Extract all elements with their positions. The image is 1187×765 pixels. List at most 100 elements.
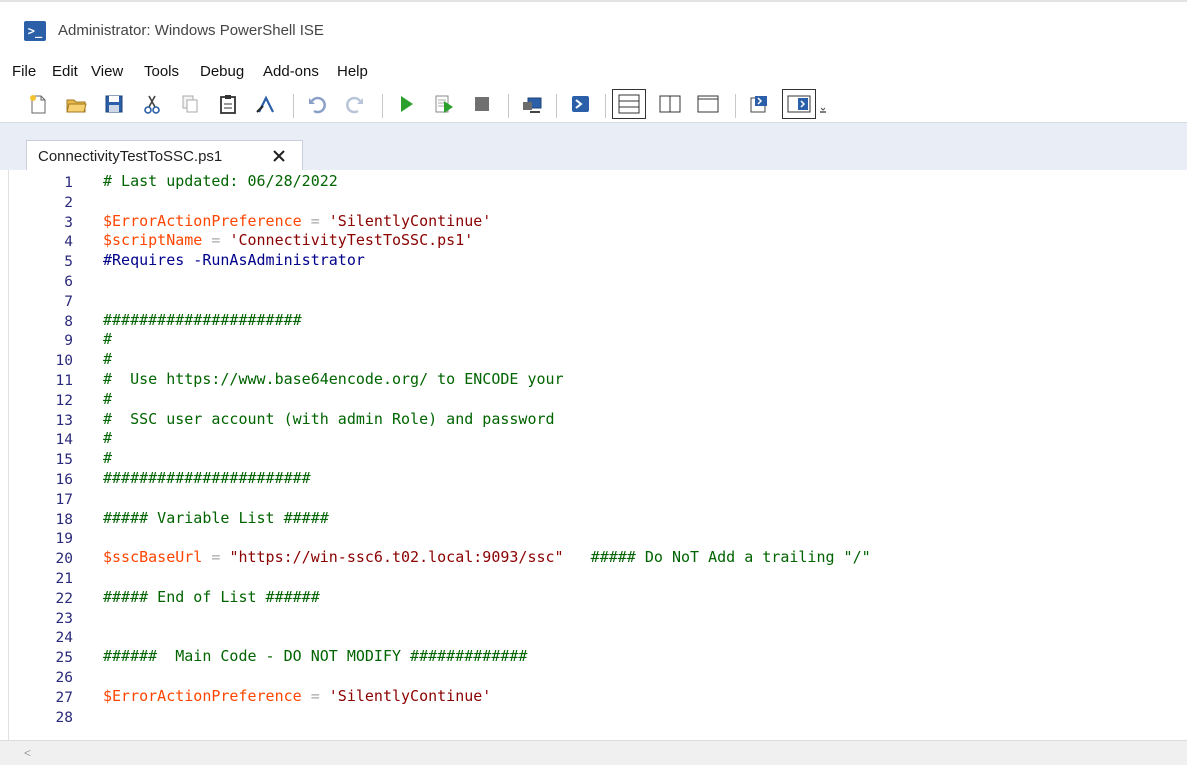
line-number: 2 xyxy=(64,194,73,211)
horizontal-scrollbar[interactable]: < xyxy=(0,740,1187,765)
line-number: 3 xyxy=(64,214,73,231)
toolbar-separator xyxy=(556,94,557,118)
code-token: 'SilentlyContinue' xyxy=(328,686,492,705)
code-token: "https://win-ssc6.t02.local:9093/ssc" xyxy=(229,548,564,567)
code-line[interactable]: ###### Main Code - DO NOT MODIFY #######… xyxy=(103,647,527,665)
save-icon[interactable] xyxy=(100,90,128,118)
code-line[interactable]: $ErrorActionPreference = 'SilentlyContin… xyxy=(103,212,491,230)
menu-debug[interactable]: Debug xyxy=(200,62,244,82)
line-number: 14 xyxy=(55,432,73,449)
code-token: ###################### xyxy=(103,310,302,329)
menu-file[interactable]: File xyxy=(12,62,36,82)
menu-bar: File Edit View Tools Debug Add-ons Help xyxy=(0,58,1187,86)
run-selection-icon[interactable] xyxy=(430,90,458,118)
menu-view[interactable]: View xyxy=(91,62,123,82)
line-number: 22 xyxy=(55,590,73,607)
new-icon[interactable] xyxy=(24,90,52,118)
code-line[interactable]: $sscBaseUrl = "https://win-ssc6.t02.loca… xyxy=(103,548,871,566)
line-number: 16 xyxy=(55,472,73,488)
menu-tools[interactable]: Tools xyxy=(144,62,179,82)
line-number: 17 xyxy=(55,491,73,508)
line-number: 21 xyxy=(55,571,73,587)
code-token: # xyxy=(103,350,113,369)
line-number: 28 xyxy=(55,709,73,726)
code-line[interactable]: # Use https://www.base64encode.org/ to E… xyxy=(103,370,564,388)
code-token: $sscBaseUrl xyxy=(103,548,203,567)
line-number: 12 xyxy=(55,392,73,409)
code-line[interactable]: #Requires -RunAsAdministrator xyxy=(103,251,365,269)
show-command-icon[interactable] xyxy=(252,90,280,118)
code-line[interactable]: ###################### xyxy=(103,311,302,329)
script-editor[interactable]: 1 2 3 4 5 6 7 8 9 10 11 12 13 14 15 16 17 18 19 20 21 22 23 24 2… xyxy=(0,170,1187,740)
code-line[interactable]: ####################### xyxy=(103,469,311,487)
toolbar-separator xyxy=(293,94,294,118)
code-token: # xyxy=(103,330,113,349)
code-token: = xyxy=(202,231,230,250)
code-token: ####################### xyxy=(103,469,311,487)
tab-label: ConnectivityTestToSSC.ps1 xyxy=(38,148,223,165)
code-line[interactable]: # xyxy=(103,429,112,447)
line-number: 26 xyxy=(55,670,73,686)
code-line[interactable]: $ErrorActionPreference = 'SilentlyContin… xyxy=(103,687,491,705)
menu-add-ons[interactable]: Add-ons xyxy=(263,62,319,82)
copy-icon[interactable] xyxy=(176,90,204,118)
code-token: ##### Do NoT Add a trailing "/" xyxy=(563,548,871,567)
code-token: # Last updated: 06/28/2022 xyxy=(103,172,338,190)
cut-icon[interactable] xyxy=(138,90,166,118)
line-number: 19 xyxy=(55,531,73,548)
menu-edit[interactable]: Edit xyxy=(52,62,78,82)
code-line[interactable]: # xyxy=(103,330,112,348)
paste-icon[interactable] xyxy=(214,90,242,118)
tab-connectivity-test[interactable]: ConnectivityTestToSSC.ps1 xyxy=(26,140,303,172)
code-line[interactable]: # Last updated: 06/28/2022 xyxy=(103,172,338,190)
stop-icon[interactable] xyxy=(468,90,496,118)
code-line[interactable]: # xyxy=(103,350,112,368)
command-pane-icon[interactable] xyxy=(782,89,816,119)
code-token: # SSC user account (with admin Role) and… xyxy=(103,409,555,428)
line-number: 7 xyxy=(64,293,73,310)
code-token: = xyxy=(301,686,329,705)
code-token: ##### Variable List ##### xyxy=(103,508,329,527)
code-line[interactable]: $scriptName = 'ConnectivityTestToSSC.ps1… xyxy=(103,231,473,249)
line-number: 18 xyxy=(55,511,73,528)
line-number: 8 xyxy=(64,313,73,330)
powershell-console-icon[interactable] xyxy=(566,90,594,118)
code-token: # xyxy=(103,389,113,408)
code-token: 'ConnectivityTestToSSC.ps1' xyxy=(229,231,474,250)
menu-help[interactable]: Help xyxy=(337,62,368,82)
code-token: # xyxy=(103,429,113,448)
code-token: $ErrorActionPreference xyxy=(103,686,302,705)
code-line[interactable]: ##### End of List ###### xyxy=(103,588,320,606)
code-line[interactable]: # xyxy=(103,449,112,467)
line-number: 9 xyxy=(64,333,73,350)
toolbar xyxy=(0,86,1187,122)
powershell-icon: >_ xyxy=(24,21,46,41)
addon-icon[interactable] xyxy=(745,90,773,118)
code-line[interactable]: # xyxy=(103,390,112,408)
line-number: 20 xyxy=(55,551,73,568)
open-icon[interactable] xyxy=(62,90,90,118)
remote-icon[interactable] xyxy=(518,90,546,118)
redo-icon[interactable] xyxy=(341,90,369,118)
layout-top-icon[interactable] xyxy=(612,89,646,119)
layout-right-icon[interactable] xyxy=(656,90,684,118)
close-icon[interactable] xyxy=(270,147,288,165)
toolbar-separator xyxy=(605,94,606,118)
code-token: = xyxy=(301,211,329,230)
line-number: 25 xyxy=(55,650,73,667)
tab-strip: ConnectivityTestToSSC.ps1 xyxy=(0,122,1187,172)
line-number: 15 xyxy=(55,452,73,469)
overflow-icon[interactable] xyxy=(816,90,830,118)
scroll-left-icon[interactable]: < xyxy=(24,746,31,760)
line-number: 4 xyxy=(64,234,73,251)
code-line[interactable]: # SSC user account (with admin Role) and… xyxy=(103,410,555,428)
code-token: = xyxy=(202,548,230,567)
layout-max-icon[interactable] xyxy=(694,90,722,118)
undo-icon[interactable] xyxy=(303,90,331,118)
window-title: Administrator: Windows PowerShell ISE xyxy=(58,22,324,39)
run-icon[interactable] xyxy=(392,90,420,118)
code-line[interactable]: ##### Variable List ##### xyxy=(103,509,329,527)
code-token: ###### Main Code - DO NOT MODIFY #######… xyxy=(103,647,528,666)
title-bar: >_ Administrator: Windows PowerShell ISE xyxy=(0,2,1187,58)
line-number: 10 xyxy=(55,353,73,370)
